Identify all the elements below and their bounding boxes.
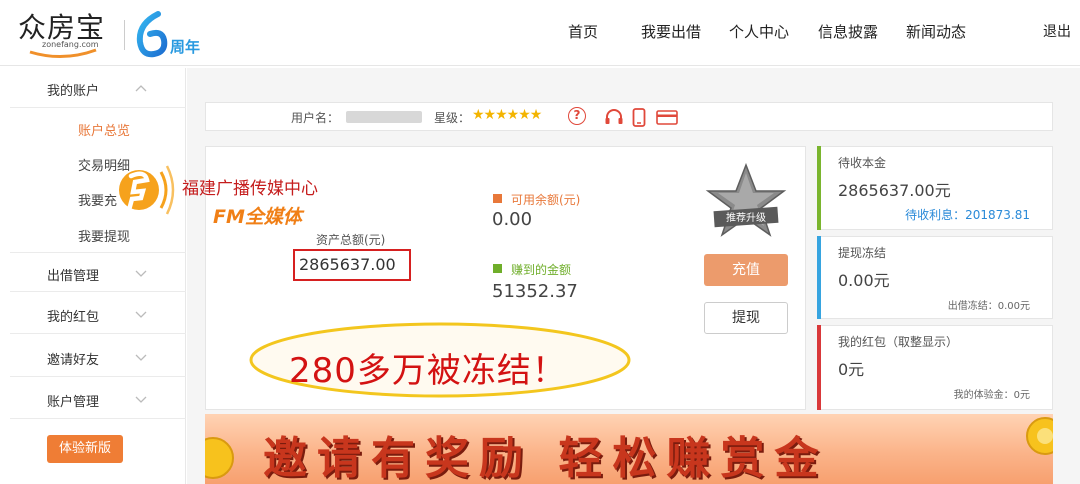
available-marker — [493, 194, 502, 203]
card-title: 我的红包（取整显示） — [838, 335, 959, 349]
withdraw-button[interactable]: 提现 — [704, 302, 788, 334]
nav-personal-center[interactable]: 个人中心 — [729, 21, 789, 42]
invite-reward-banner[interactable]: 邀请有奖励 轻松赚赏金 — [205, 414, 1053, 484]
logo-swoosh-icon — [29, 48, 97, 59]
username-masked — [346, 111, 422, 123]
nav-news[interactable]: 新闻动态 — [906, 21, 966, 42]
anniversary-six-icon — [136, 11, 168, 58]
watermark-fm: FM全媒体 — [213, 206, 302, 228]
earned-amount-label: 赚到的金额 — [511, 263, 572, 277]
user-info-bar: 用户名： 星级： ★★★★★★ ? — [205, 102, 1053, 131]
card-value: 0.00元 — [838, 271, 890, 290]
card-accent-bar — [817, 325, 821, 410]
available-balance-value: 0.00 — [492, 209, 533, 230]
chevron-down-icon — [135, 354, 147, 361]
card-subtext: 出借冻结：0.00元 — [947, 301, 1030, 312]
sidebar-item-account-settings[interactable]: 账户管理 — [10, 379, 186, 419]
total-assets-label: 资产总额(元) — [316, 233, 386, 247]
watermark-title: 福建广播传媒中心 — [182, 179, 318, 199]
sidebar-item-label: 我的红包 — [47, 310, 100, 325]
sidebar-item-my-account[interactable]: 我的账户 — [10, 68, 186, 108]
card-value: 0元 — [838, 360, 865, 379]
card-red-packet: 我的红包（取整显示） 0元 我的体验金：0元 — [817, 325, 1053, 410]
nav-disclosure[interactable]: 信息披露 — [818, 21, 878, 42]
sidebar-item-label: 我的账户 — [47, 84, 100, 99]
card-value: 2865637.00元 — [838, 181, 951, 200]
chevron-down-icon — [135, 270, 147, 277]
total-assets-value: 2865637.00 — [299, 255, 396, 274]
available-balance-label: 可用余额(元) — [511, 193, 581, 207]
anniversary-text: 周年 — [170, 38, 201, 56]
username-label: 用户名： — [291, 111, 340, 125]
earned-amount-value: 51352.37 — [492, 281, 578, 302]
logout-link[interactable]: 退出 — [1043, 21, 1071, 41]
sidebar-item-lending[interactable]: 出借管理 — [10, 252, 186, 292]
card-title: 提现冻结 — [838, 246, 887, 260]
earned-marker — [493, 264, 502, 273]
help-icon[interactable]: ? — [568, 107, 586, 125]
card-pending-principal: 待收本金 2865637.00元 待收利息：201873.81 — [817, 146, 1053, 230]
headset-icon[interactable] — [604, 108, 624, 126]
chevron-down-icon — [135, 396, 147, 403]
nav-lend[interactable]: 我要出借 — [641, 21, 701, 42]
upgrade-star-badge-icon[interactable]: 推荐升级 — [704, 163, 788, 239]
logo-divider — [124, 20, 125, 50]
card-withdraw-frozen: 提现冻结 0.00元 出借冻结：0.00元 — [817, 236, 1053, 319]
sidebar-subitem-withdraw[interactable]: 我要提现 — [78, 226, 130, 245]
gold-coin-icon — [1026, 417, 1053, 455]
mobile-icon[interactable] — [632, 108, 646, 127]
star-rating: ★★★★★★ — [472, 107, 542, 123]
card-accent-bar — [817, 236, 821, 319]
chevron-up-icon — [135, 85, 147, 92]
sidebar-subitem-overview[interactable]: 账户总览 — [78, 120, 130, 139]
sidebar-item-label: 账户管理 — [47, 395, 100, 410]
bankcard-icon[interactable] — [656, 110, 678, 125]
star-level-label: 星级： — [434, 111, 471, 125]
sidebar-item-label: 出借管理 — [47, 269, 100, 284]
sidebar-item-label: 邀请好友 — [47, 353, 100, 368]
frozen-caption: 280多万被冻结！ — [289, 351, 567, 391]
fm-radio-logo-icon — [119, 165, 175, 215]
card-accent-bar — [817, 146, 821, 230]
card-subtext: 我的体验金：0元 — [953, 390, 1030, 401]
badge-label: 推荐升级 — [726, 211, 766, 224]
sidebar: 我的账户 账户总览 交易明细 我要充 我要提现 出借管理 我的红包 邀请好友 账… — [10, 68, 186, 484]
gold-coin-icon — [205, 437, 234, 479]
top-header: 众房宝 zonefang.com 周年 首页 我要出借 个人中心 信息披露 新闻… — [0, 0, 1080, 66]
nav-home[interactable]: 首页 — [568, 21, 598, 42]
banner-text: 邀请有奖励 轻松赚赏金 — [263, 433, 829, 484]
sidebar-item-invite[interactable]: 邀请好友 — [10, 337, 186, 377]
card-title: 待收本金 — [838, 156, 887, 170]
chevron-down-icon — [135, 311, 147, 318]
recharge-button[interactable]: 充值 — [704, 254, 788, 286]
sidebar-item-red-packets[interactable]: 我的红包 — [10, 294, 186, 334]
try-new-version-button[interactable]: 体验新版 — [47, 435, 123, 463]
card-subtext: 待收利息：201873.81 — [905, 208, 1030, 222]
